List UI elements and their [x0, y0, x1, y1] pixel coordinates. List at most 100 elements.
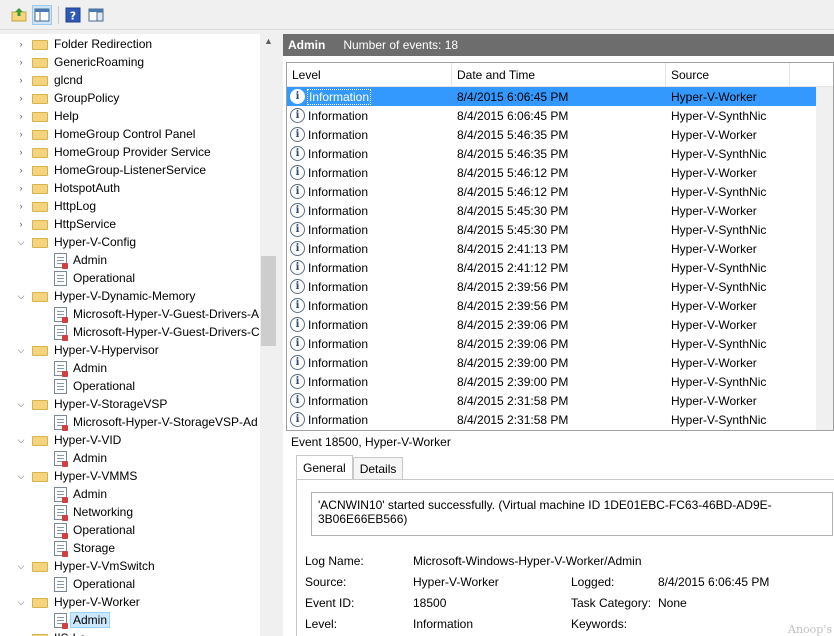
event-row[interactable]: i Information 8/4/2015 2:39:00 PM Hyper-V-S… — [287, 372, 833, 391]
folder-icon — [32, 74, 48, 86]
event-level-cell: i Information — [287, 146, 452, 161]
chevron-right-icon[interactable]: › — [16, 183, 26, 193]
event-row[interactable]: i Information 8/4/2015 2:31:58 PM Hyper-V-S… — [287, 410, 833, 429]
log-name-label: Log Name: — [305, 554, 364, 568]
tree-scrollbar[interactable]: ▲ — [260, 34, 277, 636]
event-row[interactable]: i Information 8/4/2015 2:39:06 PM Hyper-V-W… — [287, 315, 833, 334]
event-count: Number of events: 18 — [343, 38, 459, 52]
information-icon: i — [290, 222, 305, 237]
event-row[interactable]: i Information 8/4/2015 2:39:00 PM Hyper-V-W… — [287, 353, 833, 372]
chevron-right-icon[interactable]: › — [16, 201, 26, 211]
tree-log-item[interactable]: Operational — [0, 521, 260, 539]
tree-log-item[interactable]: Admin — [0, 449, 260, 467]
tab-details[interactable]: Details — [352, 457, 404, 479]
help-button[interactable]: ? — [63, 5, 83, 25]
chevron-right-icon[interactable]: › — [16, 39, 26, 49]
event-row[interactable]: i Information 8/4/2015 5:45:30 PM Hyper-V-W… — [287, 201, 833, 220]
tree-folder-item[interactable]: › HttpLog — [0, 197, 260, 215]
tree-scroll-thumb[interactable] — [261, 256, 276, 346]
event-level-cell: i Information — [287, 260, 452, 275]
scroll-up-arrow-icon[interactable]: ▲ — [260, 36, 277, 46]
event-row[interactable]: i Information 8/4/2015 2:41:12 PM Hyper-V-S… — [287, 258, 833, 277]
events-grid[interactable]: Level Date and Time Source i Information 8… — [286, 62, 834, 452]
tree-log-item[interactable]: Admin — [0, 359, 260, 377]
tree-log-item[interactable]: Microsoft-Hyper-V-StorageVSP-Ad — [0, 413, 260, 431]
folder-icon — [32, 290, 48, 302]
chevron-right-icon[interactable]: › — [16, 57, 26, 67]
chevron-right-icon[interactable]: › — [16, 219, 26, 229]
chevron-right-icon[interactable]: › — [16, 165, 26, 175]
chevron-down-icon[interactable]: ⌵ — [16, 237, 26, 247]
tree-log-item[interactable]: Microsoft-Hyper-V-Guest-Drivers-C — [0, 323, 260, 341]
chevron-right-icon[interactable]: › — [16, 93, 26, 103]
event-pane: Admin Number of events: 18 Level Date an… — [283, 34, 834, 636]
show-hide-tree-button[interactable] — [32, 5, 52, 25]
tree-folder-item[interactable]: › HomeGroup-ListenerService — [0, 161, 260, 179]
grid-scrollbar[interactable] — [816, 87, 833, 451]
event-row[interactable]: i Information 8/4/2015 6:06:45 PM Hyper-V-S… — [287, 106, 833, 125]
tree-folder-item[interactable]: ⌵ Hyper-V-Dynamic-Memory — [0, 287, 260, 305]
tree-folder-item[interactable]: › GenericRoaming — [0, 53, 260, 71]
tree-folder-item[interactable]: › HomeGroup Provider Service — [0, 143, 260, 161]
tree-folder-item[interactable]: ⌵ Hyper-V-Config — [0, 233, 260, 251]
action-pane-button[interactable] — [86, 5, 106, 25]
tree-log-item[interactable]: Admin — [0, 251, 260, 269]
tree-folder-item[interactable]: › GroupPolicy — [0, 89, 260, 107]
event-row[interactable]: i Information 8/4/2015 2:39:56 PM Hyper-V-W… — [287, 296, 833, 315]
tree-folder-item[interactable]: ⌵ Hyper-V-Worker — [0, 593, 260, 611]
event-row[interactable]: i Information 8/4/2015 2:39:56 PM Hyper-V-S… — [287, 277, 833, 296]
tree-folder-item[interactable]: ›IIS-Lo — [0, 629, 260, 636]
tree-folder-item[interactable]: › HttpService — [0, 215, 260, 233]
tree-folder-item[interactable]: ⌵ Hyper-V-VMMS — [0, 467, 260, 485]
tree-folder-item[interactable]: › glcnd — [0, 71, 260, 89]
chevron-down-icon[interactable]: ⌵ — [16, 597, 26, 607]
tree-log-item[interactable]: Networking — [0, 503, 260, 521]
event-row[interactable]: i Information 8/4/2015 5:46:35 PM Hyper-V-S… — [287, 144, 833, 163]
event-row[interactable]: i Information 8/4/2015 5:46:12 PM Hyper-V-W… — [287, 163, 833, 182]
tree-folder-item[interactable]: › Folder Redirection — [0, 35, 260, 53]
chevron-down-icon[interactable]: ⌵ — [16, 291, 26, 301]
tree-log-item[interactable]: Operational — [0, 269, 260, 287]
event-row[interactable]: i Information 8/4/2015 2:39:06 PM Hyper-V-S… — [287, 334, 833, 353]
chevron-down-icon[interactable]: ⌵ — [16, 399, 26, 409]
tree-folder-item[interactable]: › Help — [0, 107, 260, 125]
logged-label: Logged: — [571, 575, 615, 589]
chevron-down-icon[interactable]: ⌵ — [16, 561, 26, 571]
event-id-label: Event ID: — [305, 596, 355, 610]
column-source[interactable]: Source — [666, 63, 790, 87]
tab-general[interactable]: General — [296, 455, 353, 479]
tree-folder-item[interactable]: ⌵ Hyper-V-VID — [0, 431, 260, 449]
column-level[interactable]: Level — [287, 63, 452, 87]
chevron-right-icon[interactable]: › — [16, 129, 26, 139]
chevron-down-icon[interactable]: ⌵ — [16, 435, 26, 445]
chevron-down-icon[interactable]: ⌵ — [16, 345, 26, 355]
chevron-right-icon[interactable]: › — [16, 147, 26, 157]
event-row[interactable]: i Information 8/4/2015 2:41:13 PM Hyper-V-W… — [287, 239, 833, 258]
tree-log-item[interactable]: Admin — [0, 611, 260, 629]
tree-folder-item[interactable]: ⌵ Hyper-V-VmSwitch — [0, 557, 260, 575]
tree-folder-item[interactable]: › HotspotAuth — [0, 179, 260, 197]
tree-log-item[interactable]: Microsoft-Hyper-V-Guest-Drivers-A — [0, 305, 260, 323]
event-row[interactable]: i Information 8/4/2015 5:46:35 PM Hyper-V-W… — [287, 125, 833, 144]
event-date: 8/4/2015 5:45:30 PM — [457, 222, 569, 237]
event-row[interactable]: i Information 8/4/2015 5:46:12 PM Hyper-V-S… — [287, 182, 833, 201]
column-date-time[interactable]: Date and Time — [452, 63, 666, 87]
event-row[interactable]: i Information 8/4/2015 5:45:30 PM Hyper-V-S… — [287, 220, 833, 239]
tree-folder-item[interactable]: ⌵ Hyper-V-StorageVSP — [0, 395, 260, 413]
chevron-right-icon[interactable]: › — [16, 111, 26, 121]
chevron-down-icon[interactable]: ⌵ — [16, 471, 26, 481]
event-message[interactable]: 'ACNWIN10' started successfully. (Virtua… — [311, 492, 833, 536]
chevron-right-icon[interactable]: › — [16, 75, 26, 85]
event-row[interactable]: i Information 8/4/2015 2:31:58 PM Hyper-V-W… — [287, 391, 833, 410]
tree-folder-item[interactable]: › HomeGroup Control Panel — [0, 125, 260, 143]
console-tree[interactable]: › Folder Redirection › GenericRoaming › glcnd… — [0, 34, 260, 636]
tree-log-item[interactable]: Operational — [0, 377, 260, 395]
folder-icon — [32, 128, 48, 140]
up-folder-button[interactable] — [9, 5, 29, 25]
tree-log-item[interactable]: Operational — [0, 575, 260, 593]
tree-log-item[interactable]: Storage — [0, 539, 260, 557]
event-row[interactable]: i Information 8/4/2015 6:06:45 PM Hyper-V-W… — [287, 87, 833, 106]
tree-log-item[interactable]: Admin — [0, 485, 260, 503]
tree-folder-item[interactable]: ⌵ Hyper-V-Hypervisor — [0, 341, 260, 359]
folder-icon — [32, 38, 48, 50]
